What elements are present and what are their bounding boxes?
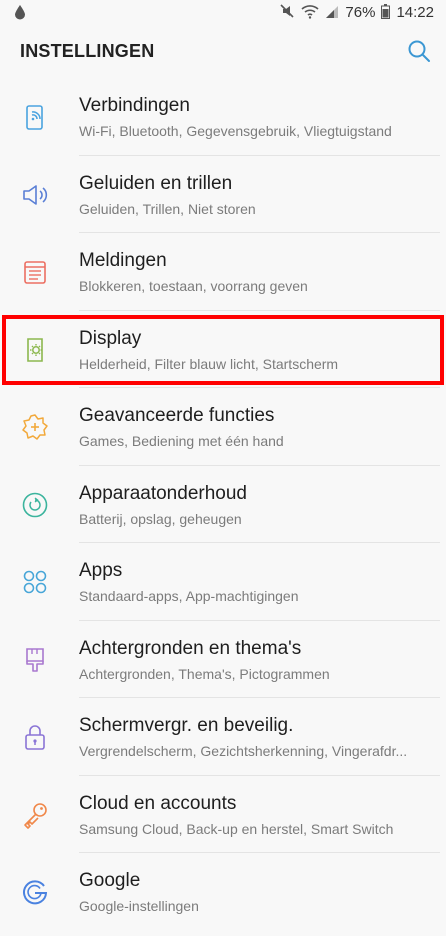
mute-icon [279,3,295,22]
lock-icon [20,722,50,752]
settings-item-label: Meldingen [79,250,167,271]
settings-item-advanced-features[interactable]: Geavanceerde functies Games, Bediening m… [0,388,446,466]
settings-item-subtitle: Vergrendelscherm, Gezichtsherkenning, Vi… [79,743,408,759]
settings-item-subtitle: Blokkeren, toestaan, voorrang geven [79,278,308,294]
settings-item-subtitle: Achtergronden, Thema's, Pictogrammen [79,665,330,682]
settings-item-label: Cloud en accounts [79,792,237,814]
connections-icon [20,102,50,132]
settings-item-notifications[interactable]: Meldingen Blokkeren, toestaan, voorrang … [0,233,446,311]
clock: 14:22 [396,4,434,21]
settings-item-subtitle: Standaard-apps, App-machtigingen [79,588,299,604]
google-icon [20,877,50,907]
sound-icon [20,180,50,210]
settings-item-label: Geluiden en trillen [79,172,233,194]
settings-item-subtitle: Games, Bediening met één hand [79,433,284,449]
settings-item-apps[interactable]: Apps Standaard-apps, App-machtigingen [0,543,446,621]
drop-icon [14,5,26,23]
battery-icon [381,3,391,22]
display-icon [20,335,50,365]
key-icon [20,800,50,830]
search-icon[interactable] [406,38,432,64]
settings-list: Verbindingen Wi-Fi, Bluetooth, Gegevensg… [0,78,446,931]
settings-item-subtitle: Google-instellingen [79,898,199,914]
settings-item-label: Apps [79,560,123,581]
advanced-features-icon [20,412,50,442]
page-title: INSTELLINGEN [20,41,155,61]
settings-item-label: Apparaatonderhoud [79,482,247,504]
battery-percent: 76% [345,4,376,21]
status-bar: 76% 14:22 [0,0,446,24]
settings-item-label: Display [79,327,142,349]
wifi-icon [301,4,319,22]
notifications-icon [20,257,50,287]
settings-item-themes[interactable]: Achtergronden en thema's Achtergronden, … [0,621,446,698]
settings-item-subtitle: Batterij, opslag, geheugen [79,510,242,527]
settings-item-google[interactable]: Google Google-instellingen [0,853,446,931]
settings-item-subtitle: Helderheid, Filter blauw licht, Startsch… [79,355,339,372]
settings-item-label: Schermvergr. en beveilig. [79,715,294,736]
settings-item-subtitle: Geluiden, Trillen, Niet storen [79,200,256,217]
settings-item-sounds[interactable]: Geluiden en trillen Geluiden, Trillen, N… [0,156,446,233]
settings-item-label: Verbindingen [79,95,190,116]
settings-item-device-maintenance[interactable]: Apparaatonderhoud Batterij, opslag, gehe… [0,466,446,543]
settings-item-display[interactable]: Display Helderheid, Filter blauw licht, … [0,311,446,388]
device-maintenance-icon [20,490,50,520]
app-header: INSTELLINGEN [0,24,446,78]
settings-item-subtitle: Wi-Fi, Bluetooth, Gegevensgebruik, Vlieg… [79,123,392,139]
settings-item-connections[interactable]: Verbindingen Wi-Fi, Bluetooth, Gegevensg… [0,78,446,156]
themes-icon [20,645,50,675]
apps-icon [20,567,50,597]
signal-icon [325,4,339,22]
settings-item-cloud-accounts[interactable]: Cloud en accounts Samsung Cloud, Back-up… [0,776,446,853]
settings-item-label: Geavanceerde functies [79,405,275,426]
settings-item-subtitle: Samsung Cloud, Back-up en herstel, Smart… [79,820,394,837]
settings-item-label: Achtergronden en thema's [79,637,302,659]
settings-item-lock-security[interactable]: Schermvergr. en beveilig. Vergrendelsche… [0,698,446,776]
settings-item-label: Google [79,870,141,891]
